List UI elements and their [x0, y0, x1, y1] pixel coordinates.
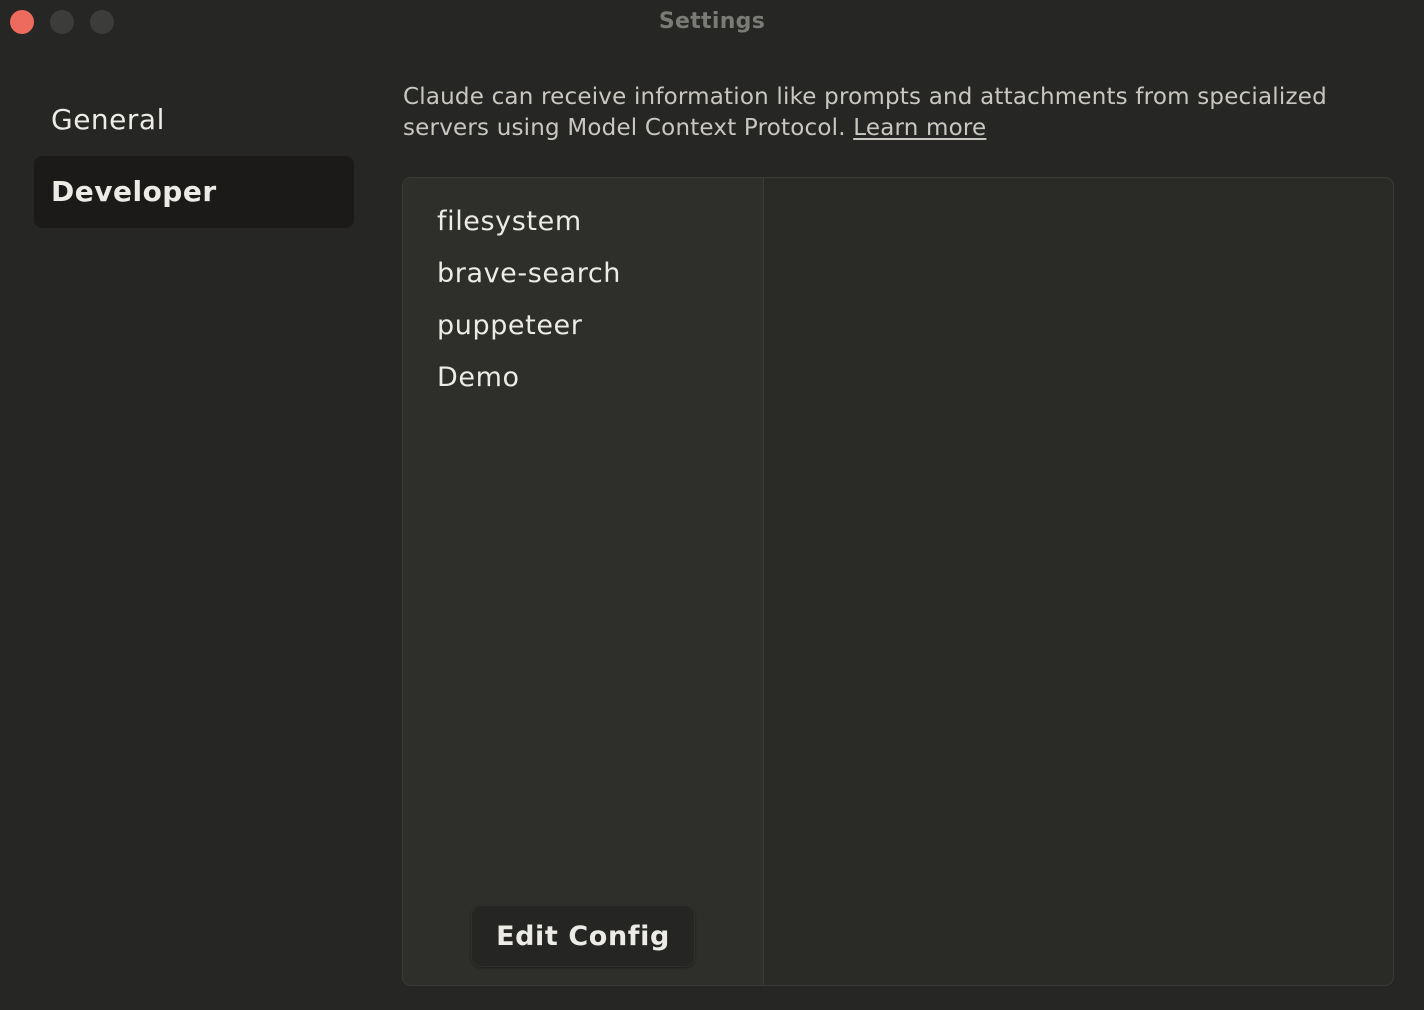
server-item-brave-search[interactable]: brave-search [403, 248, 763, 300]
server-list: filesystem brave-search puppeteer Demo E… [403, 178, 764, 985]
sidebar-item-general[interactable]: General [34, 84, 354, 156]
server-item-demo[interactable]: Demo [403, 352, 763, 404]
learn-more-link[interactable]: Learn more [853, 115, 986, 141]
mcp-servers-panel: filesystem brave-search puppeteer Demo E… [402, 177, 1394, 986]
server-item-puppeteer[interactable]: puppeteer [403, 300, 763, 352]
sidebar-item-developer[interactable]: Developer [34, 156, 354, 228]
server-detail-pane [764, 178, 1393, 985]
settings-sidebar: General Developer [34, 84, 354, 228]
window-title: Settings [658, 9, 766, 34]
server-items: filesystem brave-search puppeteer Demo [403, 178, 763, 404]
mcp-description: Claude can receive information like prom… [403, 82, 1383, 144]
server-item-filesystem[interactable]: filesystem [403, 196, 763, 248]
edit-config-button[interactable]: Edit Config [471, 905, 695, 967]
title-bar: Settings [0, 0, 1424, 44]
settings-window: Settings General Developer Claude can re… [0, 0, 1424, 1010]
